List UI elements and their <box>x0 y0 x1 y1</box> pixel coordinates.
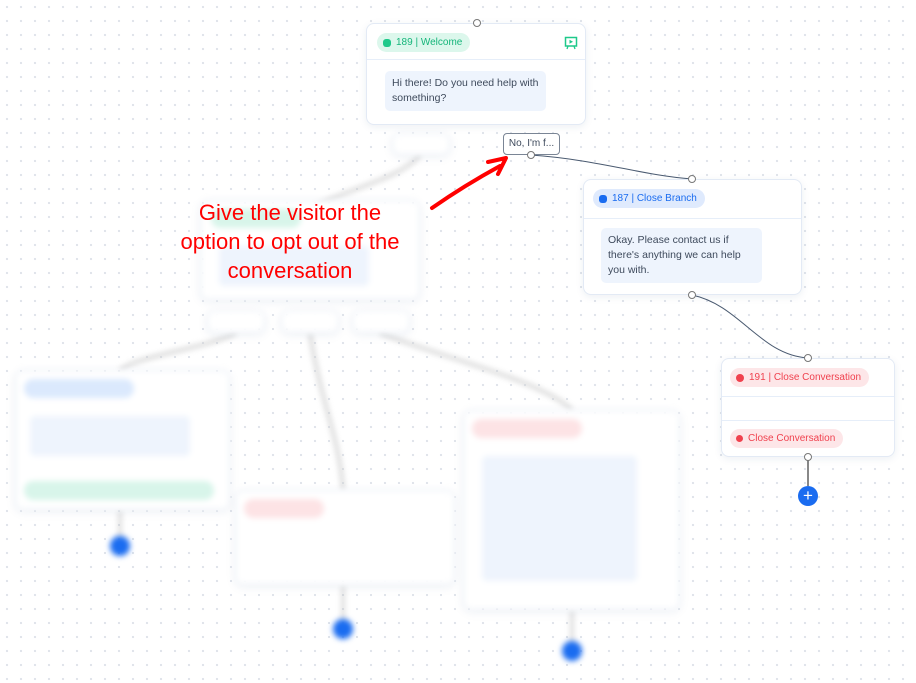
close-conversation-node[interactable]: 191 | Close Conversation Close Conversat… <box>721 358 895 457</box>
annotation-text: Give the visitor the option to opt out o… <box>130 198 450 285</box>
connector-line <box>691 294 809 359</box>
input-handle[interactable] <box>473 19 481 27</box>
output-handle[interactable] <box>804 453 812 461</box>
output-handle[interactable] <box>527 151 535 159</box>
output-handle[interactable] <box>688 291 696 299</box>
status-dot <box>383 38 391 47</box>
message-bubble: Okay. Please contact us if there's anyth… <box>601 228 762 283</box>
node-tag: 191 | Close Conversation <box>730 368 870 387</box>
welcome-node[interactable]: 189 | Welcome Hi there! Do you need help… <box>366 23 586 125</box>
plus-icon[interactable]: + <box>798 486 818 506</box>
input-handle[interactable] <box>688 175 696 183</box>
annotation-line: conversation <box>227 258 353 283</box>
status-dot <box>599 194 607 203</box>
annotation-line: Give the visitor the <box>198 200 382 225</box>
node-tag: 189 | Welcome <box>377 33 471 52</box>
close-branch-node[interactable]: 187 | Close Branch Okay. Please contact … <box>583 179 802 295</box>
close-conversation-action: Close Conversation <box>730 429 844 448</box>
node-tag-label: 189 | Welcome <box>396 37 463 48</box>
node-tag-label: 191 | Close Conversation <box>749 372 862 383</box>
status-dot <box>736 435 743 442</box>
input-handle[interactable] <box>804 354 812 362</box>
annotation-line: option to opt out of the <box>180 229 400 254</box>
node-tag-label: 187 | Close Branch <box>612 193 697 204</box>
message-bubble: Hi there! Do you need help with somethin… <box>385 71 546 111</box>
present-icon[interactable] <box>564 36 578 50</box>
action-label: Close Conversation <box>748 433 836 444</box>
connector-line <box>530 154 693 180</box>
status-dot <box>736 373 744 382</box>
node-tag: 187 | Close Branch <box>593 189 705 208</box>
